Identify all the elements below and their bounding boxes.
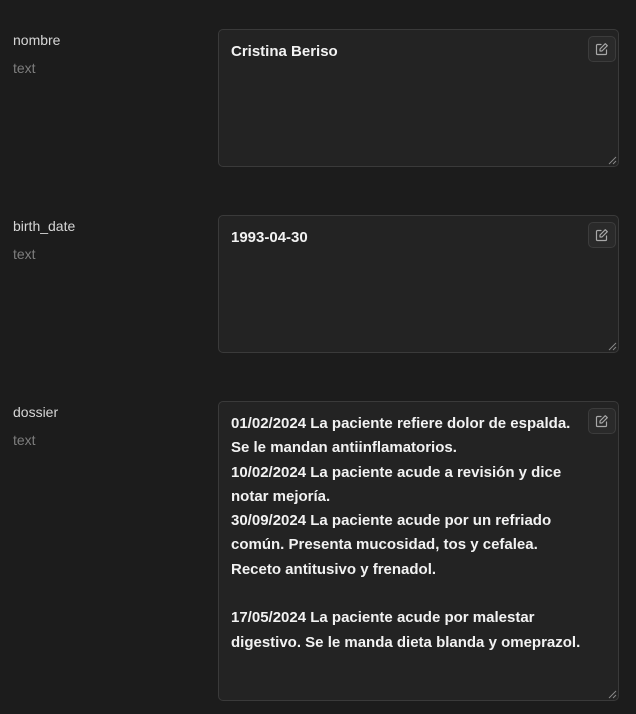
value-text[interactable]: 01/02/2024 La paciente refiere dolor de … <box>231 412 582 655</box>
edit-button[interactable] <box>588 408 616 434</box>
field-type: text <box>13 432 36 448</box>
edit-icon <box>595 229 608 242</box>
value-textarea-nombre[interactable]: Cristina Beriso <box>218 29 619 167</box>
edit-icon <box>595 415 608 428</box>
edit-icon <box>595 43 608 56</box>
resize-handle-icon[interactable] <box>608 690 617 699</box>
edit-button[interactable] <box>588 222 616 248</box>
field-type: text <box>13 60 36 76</box>
field-name: dossier <box>13 404 59 420</box>
value-textarea-dossier[interactable]: 01/02/2024 La paciente refiere dolor de … <box>218 401 619 701</box>
record-editor: nombre text Cristina Beriso birth_date t… <box>0 0 636 714</box>
field-name: birth_date <box>13 218 76 234</box>
resize-handle-icon[interactable] <box>608 156 617 165</box>
field-type: text <box>13 246 36 262</box>
value-textarea-birth-date[interactable]: 1993-04-30 <box>218 215 619 353</box>
value-text[interactable]: 1993-04-30 <box>231 226 582 250</box>
value-text[interactable]: Cristina Beriso <box>231 40 582 64</box>
edit-button[interactable] <box>588 36 616 62</box>
resize-handle-icon[interactable] <box>608 342 617 351</box>
field-name: nombre <box>13 32 61 48</box>
